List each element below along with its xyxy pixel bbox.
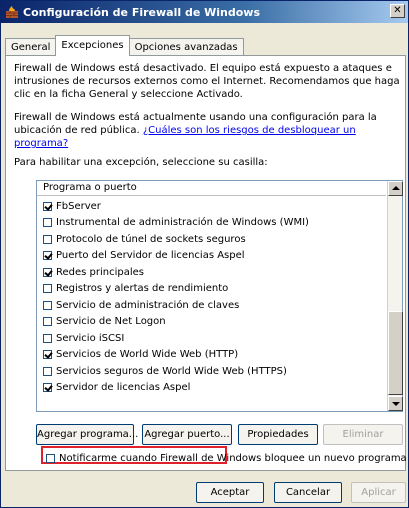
item-checkbox[interactable] (43, 366, 52, 376)
notify-checkbox[interactable] (46, 454, 55, 463)
network-location-text: Firewall de Windows está actualmente usa… (14, 111, 402, 150)
list-item[interactable]: Puerto del Servidor de licencias Aspel (37, 248, 386, 265)
add-program-button[interactable]: Agregar programa... (36, 424, 138, 445)
item-label: FbServer (56, 200, 101, 212)
list-item[interactable]: Servidor de licencias Aspel (37, 380, 386, 397)
close-button[interactable]: ✕ (390, 4, 405, 18)
title-bar[interactable]: Configuración de Firewall de Windows ✕ (1, 1, 408, 23)
list-item[interactable]: Servicio de administración de claves (37, 297, 386, 314)
list-item[interactable]: Servicios seguros de World Wide Web (HTT… (37, 363, 386, 380)
window-title: Configuración de Firewall de Windows (23, 5, 261, 19)
item-label: Servicios seguros de World Wide Web (HTT… (56, 365, 287, 377)
item-label: Servicio de Net Logon (56, 316, 166, 328)
instruction-text: Para habilitar una excepción, seleccione… (14, 157, 268, 168)
item-label: Redes principales (56, 266, 145, 278)
notify-option[interactable]: Notificarme cuando Firewall de Windows b… (46, 453, 407, 464)
item-label: Servicios de World Wide Web (HTTP) (56, 349, 239, 361)
list-item[interactable]: Registros y alertas de rendimiento (37, 281, 386, 298)
notify-label: Notificarme cuando Firewall de Windows b… (59, 453, 407, 464)
list-item[interactable]: Instrumental de administración de Window… (37, 215, 386, 232)
apply-button[interactable]: Aplicar (351, 482, 406, 503)
properties-button[interactable]: Propiedades (238, 424, 318, 445)
tab-excepciones[interactable]: Excepciones (55, 35, 130, 56)
list-item[interactable]: Redes principales (37, 264, 386, 281)
item-checkbox[interactable] (43, 350, 52, 360)
cancel-button[interactable]: Cancelar (274, 482, 342, 503)
item-checkbox[interactable] (43, 300, 52, 310)
item-checkbox[interactable] (43, 267, 52, 277)
item-checkbox[interactable] (43, 218, 52, 228)
list-item[interactable]: Protocolo de túnel de sockets seguros (37, 231, 386, 248)
item-label: Protocolo de túnel de sockets seguros (56, 233, 246, 245)
list-item[interactable]: Servicios de World Wide Web (HTTP) (37, 347, 386, 364)
item-checkbox[interactable] (43, 333, 52, 343)
item-checkbox[interactable] (43, 383, 52, 393)
item-label: Servidor de licencias Aspel (56, 382, 191, 394)
tab-opciones-avanzadas[interactable]: Opciones avanzadas (128, 38, 244, 56)
scroll-thumb[interactable] (388, 311, 403, 395)
delete-button[interactable]: Eliminar (323, 424, 403, 445)
firewall-icon (5, 5, 19, 19)
firewall-off-warning: Firewall de Windows está desactivado. El… (14, 63, 400, 100)
exceptions-panel: Firewall de Windows está desactivado. El… (5, 55, 407, 471)
list-column-header[interactable]: Programa o puerto (37, 181, 386, 196)
list-item[interactable]: FbServer (37, 198, 386, 215)
tab-strip: General Excepciones Opciones avanzadas (5, 35, 244, 56)
list-scrollbar[interactable] (387, 181, 403, 411)
list-items: FbServer Instrumental de administración … (37, 198, 386, 396)
firewall-settings-window: Configuración de Firewall de Windows ✕ G… (0, 0, 409, 508)
item-checkbox[interactable] (43, 251, 52, 261)
item-checkbox[interactable] (43, 201, 52, 211)
item-checkbox[interactable] (43, 284, 52, 294)
exceptions-list[interactable]: Programa o puerto FbServer Instrumental … (36, 180, 403, 464)
scroll-up-button[interactable] (388, 181, 403, 196)
item-label: Instrumental de administración de Window… (56, 217, 309, 229)
add-port-button[interactable]: Agregar puerto... (142, 424, 232, 445)
ok-button[interactable]: Aceptar (196, 482, 264, 503)
list-item[interactable]: Servicio iSCSI (37, 330, 386, 347)
scroll-down-button[interactable] (388, 396, 403, 411)
item-label: Puerto del Servidor de licencias Aspel (56, 250, 245, 262)
item-checkbox[interactable] (43, 317, 52, 327)
item-label: Registros y alertas de rendimiento (56, 283, 229, 295)
item-label: Servicio iSCSI (56, 332, 125, 344)
tab-general[interactable]: General (5, 38, 57, 56)
list-item[interactable]: Servicio de Net Logon (37, 314, 386, 331)
item-checkbox[interactable] (43, 234, 52, 244)
item-label: Servicio de administración de claves (56, 299, 240, 311)
